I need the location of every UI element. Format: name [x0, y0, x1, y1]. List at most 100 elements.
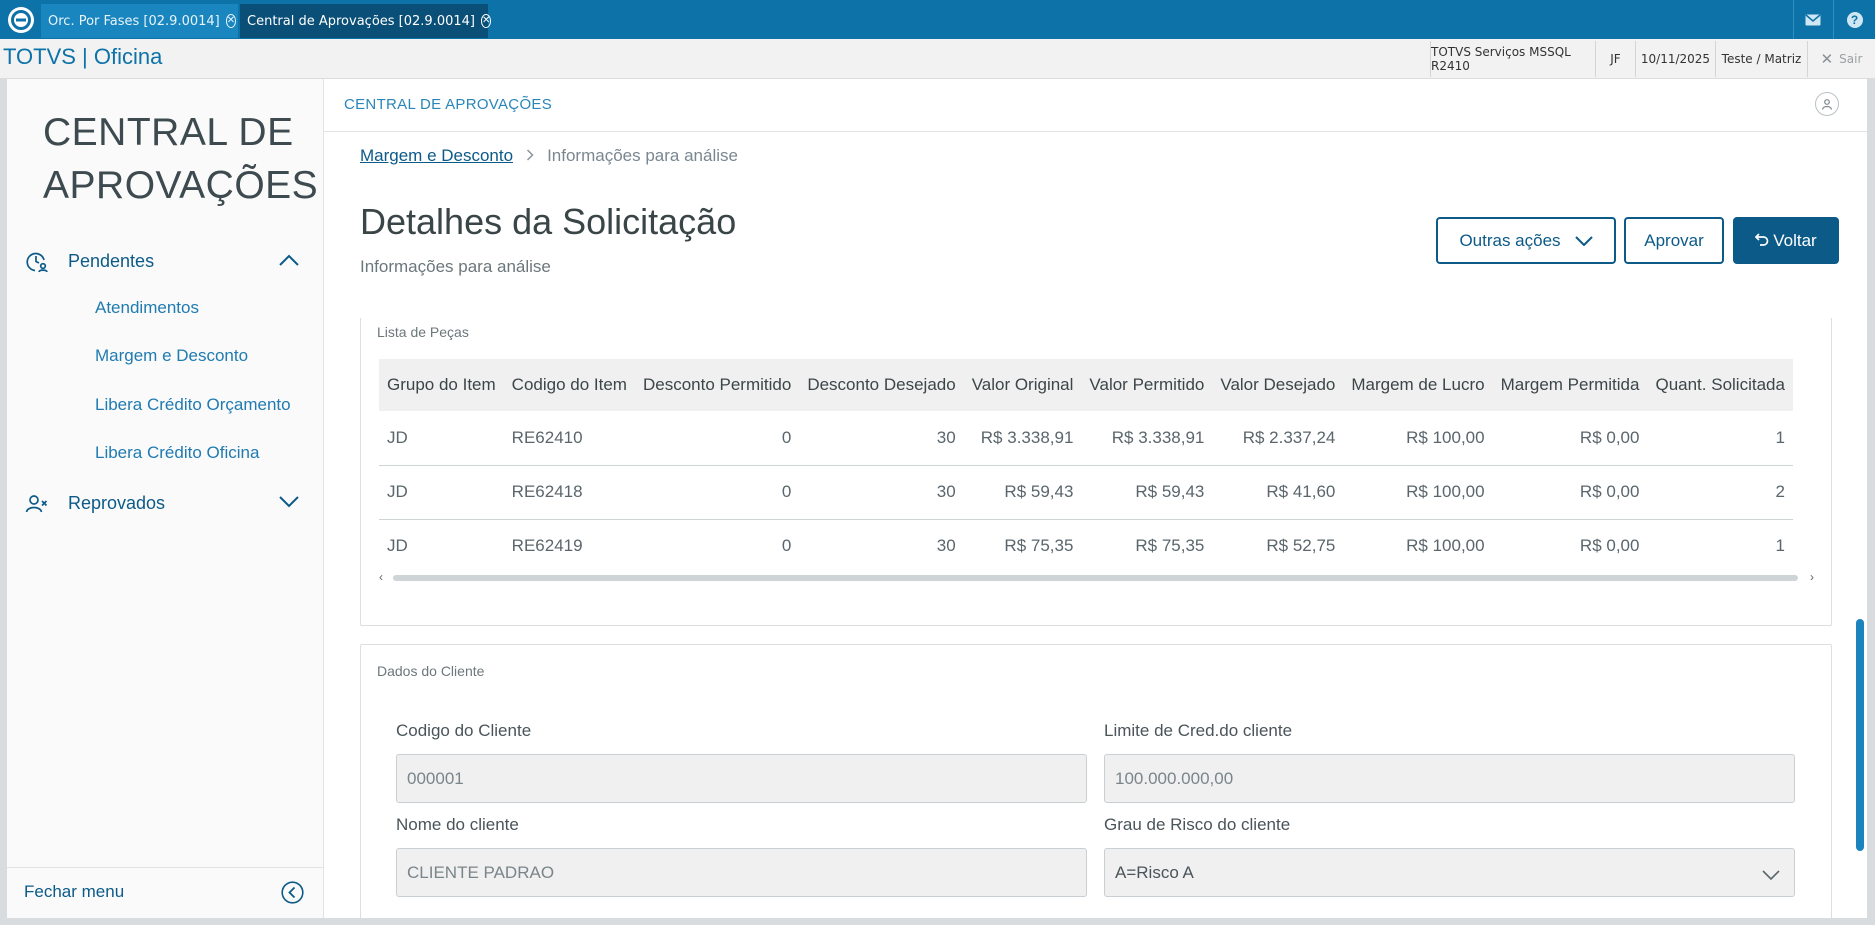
back-button[interactable]: Voltar	[1733, 217, 1839, 264]
sidebar-title-line: APROVAÇÕES	[43, 164, 319, 207]
sidebar-item-libera-credito-oficina[interactable]: Libera Crédito Oficina	[95, 443, 259, 463]
parts-card: Lista de Peças Grupo do Item Codigo do I…	[360, 318, 1832, 626]
risk-grade-select[interactable]: A=Risco A	[1104, 848, 1795, 897]
scroll-right-icon[interactable]: ›	[1810, 570, 1814, 584]
app-brand: TOTVS | Oficina	[3, 44, 163, 69]
totvs-logo-icon[interactable]	[3, 2, 39, 37]
page-subtitle: Informações para análise	[360, 257, 551, 276]
table-cell: 1	[1647, 411, 1793, 466]
user-icon[interactable]	[1815, 92, 1839, 116]
risk-grade-label: Grau de Risco do cliente	[1104, 815, 1291, 834]
table-cell: RE62419	[511, 536, 583, 556]
chevron-up-icon[interactable]	[279, 253, 299, 271]
table-row[interactable]: JD RE62419 0 30 R$ 75,35 R$ 75,35 R$ 52,…	[379, 519, 1793, 573]
credit-limit-field[interactable]: 100.000.000,00	[1104, 754, 1795, 803]
content-scroll-area[interactable]: Lista de Peças Grupo do Item Codigo do I…	[324, 318, 1867, 918]
table-cell: JD	[387, 536, 408, 556]
parts-table: Grupo do Item Codigo do Item Desconto Pe…	[379, 359, 1793, 573]
risk-grade-value: A=Risco A	[1115, 862, 1194, 882]
column-header[interactable]: Desconto Permitido	[634, 359, 800, 411]
table-cell: R$ 100,00	[1343, 411, 1493, 466]
table-cell: JD	[379, 411, 504, 466]
chevron-down-icon	[1574, 231, 1593, 251]
column-header[interactable]: Desconto Desejado	[799, 359, 964, 411]
breadcrumb: Margem e Desconto Informações para análi…	[360, 146, 738, 166]
client-code-field[interactable]: 000001	[396, 754, 1087, 803]
client-code-label: Codigo do Cliente	[396, 721, 532, 740]
date-info[interactable]: 10/11/2025	[1635, 41, 1715, 77]
chevron-left-circle-icon[interactable]	[281, 881, 304, 909]
close-tab-icon[interactable]: ✕	[225, 14, 237, 28]
table-cell: R$ 41,60	[1212, 465, 1344, 520]
sidebar-item-libera-credito-orcamento[interactable]: Libera Crédito Orçamento	[95, 395, 291, 415]
credit-limit-label: Limite de Cred.do cliente	[1104, 721, 1293, 740]
user-info[interactable]: JF	[1595, 41, 1635, 77]
table-cell: R$ 2.337,24	[1212, 411, 1344, 466]
table-row[interactable]: JD RE62418 0 30 R$ 59,43 R$ 59,43 R$ 41,…	[379, 465, 1793, 520]
column-header[interactable]: Margem de Lucro	[1343, 359, 1493, 411]
column-header[interactable]: Margem Permitida	[1492, 359, 1648, 411]
sidebar-menu: CENTRAL DE APROVAÇÕES Pendentes Atendime…	[7, 79, 324, 918]
close-icon: ✕	[1820, 50, 1834, 68]
top-tab-bar: Orc. Por Fases [02.9.0014] ✕ Central de …	[0, 0, 1875, 39]
column-header[interactable]: Grupo do Item	[379, 359, 504, 411]
column-header[interactable]: Valor Original	[963, 359, 1082, 411]
sidebar-footer[interactable]: Fechar menu	[7, 867, 324, 918]
chevron-down-icon[interactable]	[279, 495, 299, 513]
column-header[interactable]: Quant. Solicitada	[1647, 359, 1793, 411]
client-name-field[interactable]: CLIENTE PADRAO	[396, 848, 1087, 897]
sidebar-group-reprovados[interactable]: Reprovados	[7, 483, 324, 523]
tab-orc-por-fases[interactable]: Orc. Por Fases [02.9.0014] ✕	[41, 4, 238, 38]
breadcrumb-link[interactable]: Margem e Desconto	[360, 146, 513, 166]
close-menu-label: Fechar menu	[24, 882, 125, 901]
table-cell: R$ 0,00	[1492, 465, 1648, 520]
table-cell: 30	[799, 465, 964, 520]
back-label: Voltar	[1773, 230, 1817, 250]
table-cell: R$ 75,35	[1004, 536, 1074, 556]
sidebar-title-line: CENTRAL DE	[43, 111, 294, 154]
page-title: Detalhes da Solicitação	[360, 201, 737, 242]
table-cell: R$ 52,75	[1266, 536, 1336, 556]
table-cell: R$ 59,43	[1081, 465, 1213, 520]
mail-icon[interactable]	[1793, 0, 1831, 39]
logout-button[interactable]: ✕ Sair	[1807, 41, 1875, 77]
help-icon[interactable]: ?	[1833, 0, 1875, 39]
environment-info[interactable]: TOTVS Serviços MSSQL R2410	[1430, 41, 1595, 77]
client-name-label: Nome do cliente	[396, 815, 519, 834]
table-cell: R$ 0,00	[1492, 411, 1648, 466]
column-header[interactable]: Codigo do Item	[503, 359, 635, 411]
table-cell: R$ 0,00	[1579, 536, 1640, 556]
client-card: Dados do Cliente Codigo do Cliente 00000…	[360, 644, 1832, 918]
table-row[interactable]: JD RE62410 0 30 R$ 3.338,91 R$ 3.338,91 …	[379, 411, 1793, 466]
table-cell: JD	[379, 465, 504, 520]
vertical-scrollbar-thumb[interactable]	[1856, 619, 1864, 851]
other-actions-button[interactable]: Outras ações	[1436, 217, 1616, 264]
main-content: CENTRAL DE APROVAÇÕES Margem e Desconto …	[324, 79, 1867, 918]
column-header[interactable]: Valor Permitido	[1081, 359, 1213, 411]
table-cell: 0	[634, 465, 800, 520]
table-cell: R$ 3.338,91	[963, 411, 1082, 466]
table-cell: R$ 75,35	[1135, 536, 1205, 556]
sidebar-item-margem-e-desconto[interactable]: Margem e Desconto	[95, 346, 248, 366]
table-cell: 2	[1647, 465, 1793, 520]
scrollbar-thumb[interactable]	[393, 575, 1798, 581]
approve-button[interactable]: Aprovar	[1624, 217, 1724, 264]
sidebar-title: CENTRAL DE APROVAÇÕES	[43, 106, 318, 212]
column-header[interactable]: Valor Desejado	[1212, 359, 1344, 411]
table-header-row: Grupo do Item Codigo do Item Desconto Pe…	[379, 359, 1793, 411]
info-bar: TOTVS | Oficina TOTVS Serviços MSSQL R24…	[0, 39, 1875, 79]
table-cell: 30	[936, 536, 956, 556]
client-card-legend: Dados do Cliente	[377, 663, 485, 679]
table-cell: RE62410	[503, 411, 635, 466]
tab-central-de-aprovacoes[interactable]: Central de Aprovações [02.9.0014] ✕	[240, 4, 492, 38]
table-cell: RE62418	[503, 465, 635, 520]
close-tab-icon[interactable]: ✕	[480, 14, 492, 28]
table-horizontal-scrollbar[interactable]: ‹ ›	[379, 570, 1814, 584]
logout-label: Sair	[1839, 52, 1863, 66]
sidebar-group-pendentes[interactable]: Pendentes	[7, 241, 324, 281]
sidebar-item-atendimentos[interactable]: Atendimentos	[95, 298, 199, 318]
table-cell: R$ 100,00	[1406, 536, 1485, 556]
branch-info[interactable]: Teste / Matriz	[1715, 41, 1807, 77]
scroll-left-icon[interactable]: ‹	[379, 570, 383, 584]
sidebar-group-label: Pendentes	[68, 250, 155, 271]
